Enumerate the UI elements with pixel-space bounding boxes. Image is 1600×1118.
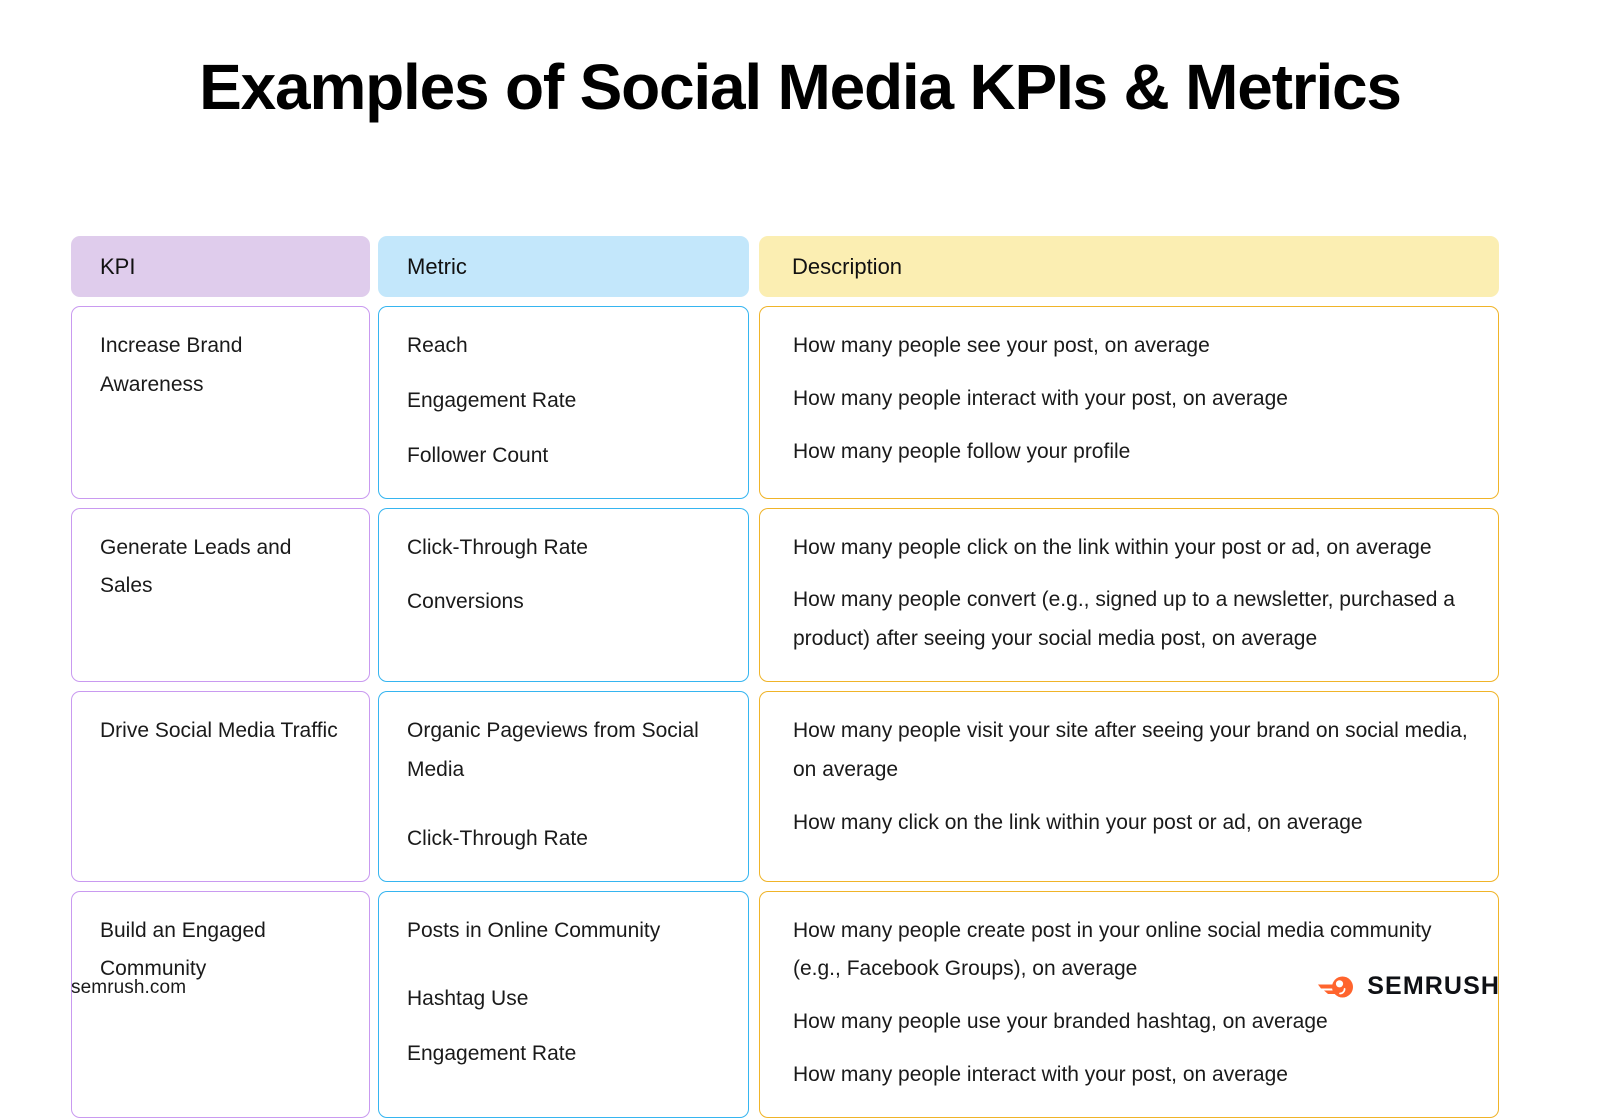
column-header-metric: Metric [378,236,749,297]
cell-description: How many people visit your site after se… [759,691,1499,882]
table-row: Increase Brand Awareness Reach Engagemen… [71,306,1499,499]
metric-text: Engagement Rate [407,1042,577,1066]
column-header-description: Description [759,236,1499,297]
metric-text: Posts in Online Community [407,918,661,942]
table-row: Build an Engaged Community Posts in Onli… [71,890,1499,1118]
cell-kpi: Drive Social Media Traffic [71,691,370,882]
description-text: How many click on the link within your p… [793,810,1363,834]
table-header-row: KPI Metric Description [71,236,1499,297]
metric-text: Engagement Rate [407,388,577,412]
description-text: How many people interact with your post,… [793,386,1288,410]
metric-text: Reach [407,334,468,357]
description-text: How many people follow your profile [793,439,1131,463]
page-title: Examples of Social Media KPIs & Metrics [199,51,1402,123]
column-header-kpi: KPI [71,236,370,297]
cell-description: How many people click on the link within… [759,507,1499,683]
cell-metric: Reach Engagement Rate Follower Count [378,306,749,499]
infographic-page: Examples of Social Media KPIs & Metrics … [0,0,1600,1118]
semrush-wordmark: SEMRUSH [1367,972,1500,1000]
cell-kpi: Increase Brand Awareness [71,306,370,499]
semrush-comet-icon [1317,973,1357,1000]
cell-kpi: Generate Leads and Sales [71,507,370,683]
table-row: Drive Social Media Traffic Organic Pagev… [71,691,1499,882]
cell-description: How many people see your post, on averag… [759,306,1499,499]
kpi-text: Increase Brand Awareness [100,334,243,396]
metric-text: Follower Count [407,443,549,467]
kpi-text: Drive Social Media Traffic [100,719,338,743]
description-text: How many people visit your site after se… [793,719,1468,781]
cell-metric: Organic Pageviews from Social Media Clic… [378,691,749,882]
description-text: How many people see your post, on averag… [793,334,1210,357]
description-text: How many people click on the link within… [793,535,1432,559]
semrush-logo: SEMRUSH [1317,972,1500,1001]
description-text: How many people use your branded hashtag… [793,1010,1328,1034]
table-row: Generate Leads and Sales Click-Through R… [71,507,1499,683]
metric-text: Hashtag Use [407,987,529,1011]
cell-metric: Click-Through Rate Conversions [378,507,749,683]
metric-text: Conversions [407,590,524,614]
description-text: How many people convert (e.g., signed up… [793,588,1455,651]
description-text: How many people interact with your post,… [793,1063,1288,1087]
footer-url: semrush.com [71,977,187,998]
kpi-text: Generate Leads and Sales [100,535,292,598]
metric-text: Click-Through Rate [407,535,588,559]
metric-text: Organic Pageviews from Social Media [407,719,699,781]
cell-kpi: Build an Engaged Community [71,890,370,1118]
kpi-metrics-table: KPI Metric Description Increase Brand Aw… [71,236,1499,1118]
cell-description: How many people create post in your onli… [759,890,1499,1118]
metric-text: Click-Through Rate [407,826,588,850]
cell-metric: Posts in Online Community Hashtag Use En… [378,890,749,1118]
